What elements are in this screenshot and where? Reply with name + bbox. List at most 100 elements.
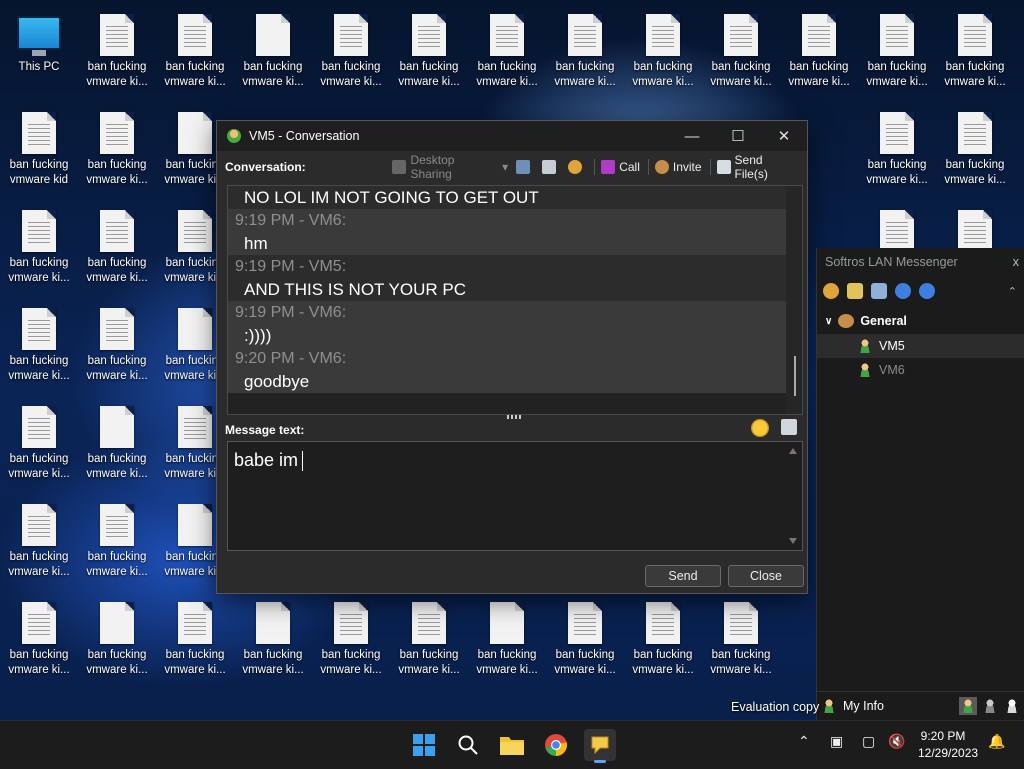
user-icon (823, 699, 835, 713)
lan-messenger-taskbar-button[interactable] (584, 729, 616, 763)
desktop-file-icon[interactable]: ban fucking vmware ki... (781, 4, 857, 96)
desktop-file-icon[interactable]: ban fucking vmware ki... (547, 592, 623, 684)
chevron-down-icon[interactable]: ∨ (825, 316, 832, 327)
desktop-file-icon[interactable]: ban fucking vmware kid (1, 102, 77, 194)
monitor-icon (17, 16, 61, 50)
document-icon (100, 504, 134, 546)
history-button[interactable] (516, 160, 534, 174)
desktop-file-icon[interactable]: ban fucking vmware ki... (625, 4, 701, 96)
invite-button[interactable]: Invite (654, 160, 702, 174)
desktop-icon-label: vmware ki... (242, 664, 304, 676)
desktop-file-icon[interactable]: ban fucking vmware ki... (469, 4, 545, 96)
desktop-file-icon[interactable]: ban fucking vmware ki... (859, 102, 935, 194)
network-icon[interactable]: ▣ (830, 733, 843, 750)
desktop-file-icon[interactable]: ban fucking vmware ki... (79, 102, 155, 194)
send-button[interactable]: Send (645, 565, 721, 587)
status-away-icon[interactable] (981, 697, 999, 715)
my-info-button[interactable]: My Info (817, 699, 959, 713)
user-vm6[interactable]: VM6 (817, 358, 1024, 382)
input-scrollbar[interactable] (786, 442, 802, 550)
chevron-up-icon[interactable]: ⌃ (798, 733, 810, 750)
this-pc-icon[interactable]: This PC (1, 4, 77, 96)
desktop-file-icon[interactable]: ban fucking vmware ki... (937, 102, 1013, 194)
close-window-button[interactable]: ✕ (761, 121, 807, 151)
desktop-file-icon[interactable]: ban fucking vmware ki... (1, 200, 77, 292)
notification-bell-icon[interactable]: 🔔 (988, 733, 1005, 750)
desktop-file-icon[interactable]: ban fucking vmware ki... (625, 592, 701, 684)
desktop-file-icon[interactable]: ban fucking vmware ki... (937, 4, 1013, 96)
desktop-file-icon[interactable]: ban fucking vmware ki... (79, 396, 155, 488)
desktop-file-icon[interactable]: ban fucking vmware ki... (391, 4, 467, 96)
display-icon[interactable]: ▢ (862, 733, 875, 750)
file-explorer-button[interactable] (496, 729, 528, 761)
desktop-icon-label: vmware ki... (8, 272, 70, 284)
desktop-file-icon[interactable]: ban fucking vmware ki... (469, 592, 545, 684)
emoji-icon[interactable] (751, 419, 769, 437)
desktop-file-icon[interactable]: ban fucking vmware ki... (1, 298, 77, 390)
desktop-icon-label: ban fucking (945, 61, 1005, 73)
minimize-button[interactable]: — (669, 121, 715, 151)
desktop-file-icon[interactable]: ban fucking vmware ki... (547, 4, 623, 96)
book-icon[interactable] (871, 283, 887, 299)
search-button[interactable] (452, 729, 484, 761)
desktop-file-icon[interactable]: ban fucking vmware ki... (1, 396, 77, 488)
send-files-button[interactable]: Send File(s) (716, 153, 799, 181)
speaker-muted-icon[interactable]: 🔇 (888, 733, 905, 750)
help-icon[interactable] (895, 283, 911, 299)
format-text-icon[interactable] (781, 419, 797, 435)
splitter-handle[interactable] (507, 415, 521, 419)
title-bar: VM5 - Conversation — ☐ ✕ (217, 121, 807, 151)
desktop-file-icon[interactable]: ban fucking vmware ki... (79, 494, 155, 586)
save-button[interactable] (542, 160, 560, 174)
desktop-file-icon[interactable]: ban fucking vmware ki... (79, 592, 155, 684)
folder-icon[interactable] (847, 283, 863, 299)
call-button[interactable]: Call (601, 160, 640, 174)
desktop-file-icon[interactable]: ban fucking vmware ki... (1, 494, 77, 586)
user-icon (859, 339, 871, 353)
desktop-file-icon[interactable]: ban fucking vmware ki... (313, 592, 389, 684)
message-input[interactable]: babe im (227, 441, 803, 551)
chrome-button[interactable] (540, 729, 572, 761)
desktop-sharing-button[interactable]: Desktop Sharing ▾ (392, 153, 508, 181)
desktop-file-icon[interactable]: ban fucking vmware ki... (157, 592, 233, 684)
maximize-button[interactable]: ☐ (715, 121, 761, 151)
desktop-icon-label: ban fucking (9, 453, 69, 465)
desktop-file-icon[interactable]: ban fucking vmware ki... (703, 592, 779, 684)
status-online-icon[interactable] (959, 697, 977, 715)
desktop-file-icon[interactable]: ban fucking vmware ki... (235, 4, 311, 96)
desktop-file-icon[interactable]: ban fucking vmware ki... (79, 298, 155, 390)
desktop-file-icon[interactable]: ban fucking vmware ki... (79, 4, 155, 96)
desktop-file-icon[interactable]: ban fucking vmware ki... (313, 4, 389, 96)
conversation-history[interactable]: NO LOL IM NOT GOING TO GET OUT 9:19 PM -… (227, 185, 803, 415)
document-icon (334, 602, 368, 644)
clock[interactable]: 9:20 PM 12/29/2023 (918, 728, 978, 762)
settings-button[interactable] (568, 160, 586, 174)
scroll-up-icon[interactable] (789, 448, 797, 454)
gear-icon[interactable] (823, 283, 839, 299)
desktop-file-icon[interactable]: ban fucking vmware ki... (79, 200, 155, 292)
desktop-file-icon[interactable]: ban fucking vmware ki... (859, 4, 935, 96)
start-button[interactable] (408, 729, 440, 761)
document-icon (100, 602, 134, 644)
desktop-icon-label: ban fucking (243, 649, 303, 661)
status-offline-icon[interactable] (1003, 697, 1021, 715)
book-icon (516, 160, 531, 174)
desktop-icon-label: vmware ki... (320, 76, 382, 88)
chevron-up-icon[interactable]: ⌃ (1008, 285, 1017, 298)
user-vm5[interactable]: VM5 (817, 334, 1024, 358)
history-scrollbar[interactable] (786, 186, 802, 414)
desktop-icon-label: ban fucking (87, 551, 147, 563)
desktop-file-icon[interactable]: ban fucking vmware ki... (157, 4, 233, 96)
document-icon (724, 14, 758, 56)
close-button[interactable]: Close (728, 565, 804, 587)
group-general[interactable]: ∨ General (817, 308, 1024, 334)
messenger-close-button[interactable]: x (1013, 248, 1019, 276)
document-icon (412, 14, 446, 56)
scroll-down-icon[interactable] (789, 538, 797, 544)
desktop-file-icon[interactable]: ban fucking vmware ki... (703, 4, 779, 96)
scrollbar-thumb[interactable] (794, 356, 796, 396)
info-icon[interactable] (919, 283, 935, 299)
desktop-file-icon[interactable]: ban fucking vmware ki... (1, 592, 77, 684)
desktop-file-icon[interactable]: ban fucking vmware ki... (391, 592, 467, 684)
desktop-file-icon[interactable]: ban fucking vmware ki... (235, 592, 311, 684)
